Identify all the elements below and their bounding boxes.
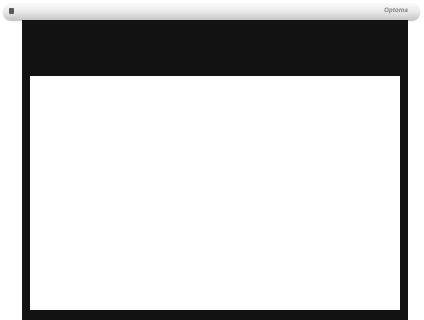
viewing-surface [30,76,400,310]
housing-endcap-icon [9,8,14,14]
black-drop-border [22,20,408,76]
bottom-border [22,310,408,320]
screen-housing: Optoma [3,3,420,20]
brand-logo: Optoma [384,8,408,14]
left-border [22,76,30,320]
projector-screen-photo: Optoma [0,0,424,320]
projection-screen [22,20,408,320]
right-border [400,76,408,320]
